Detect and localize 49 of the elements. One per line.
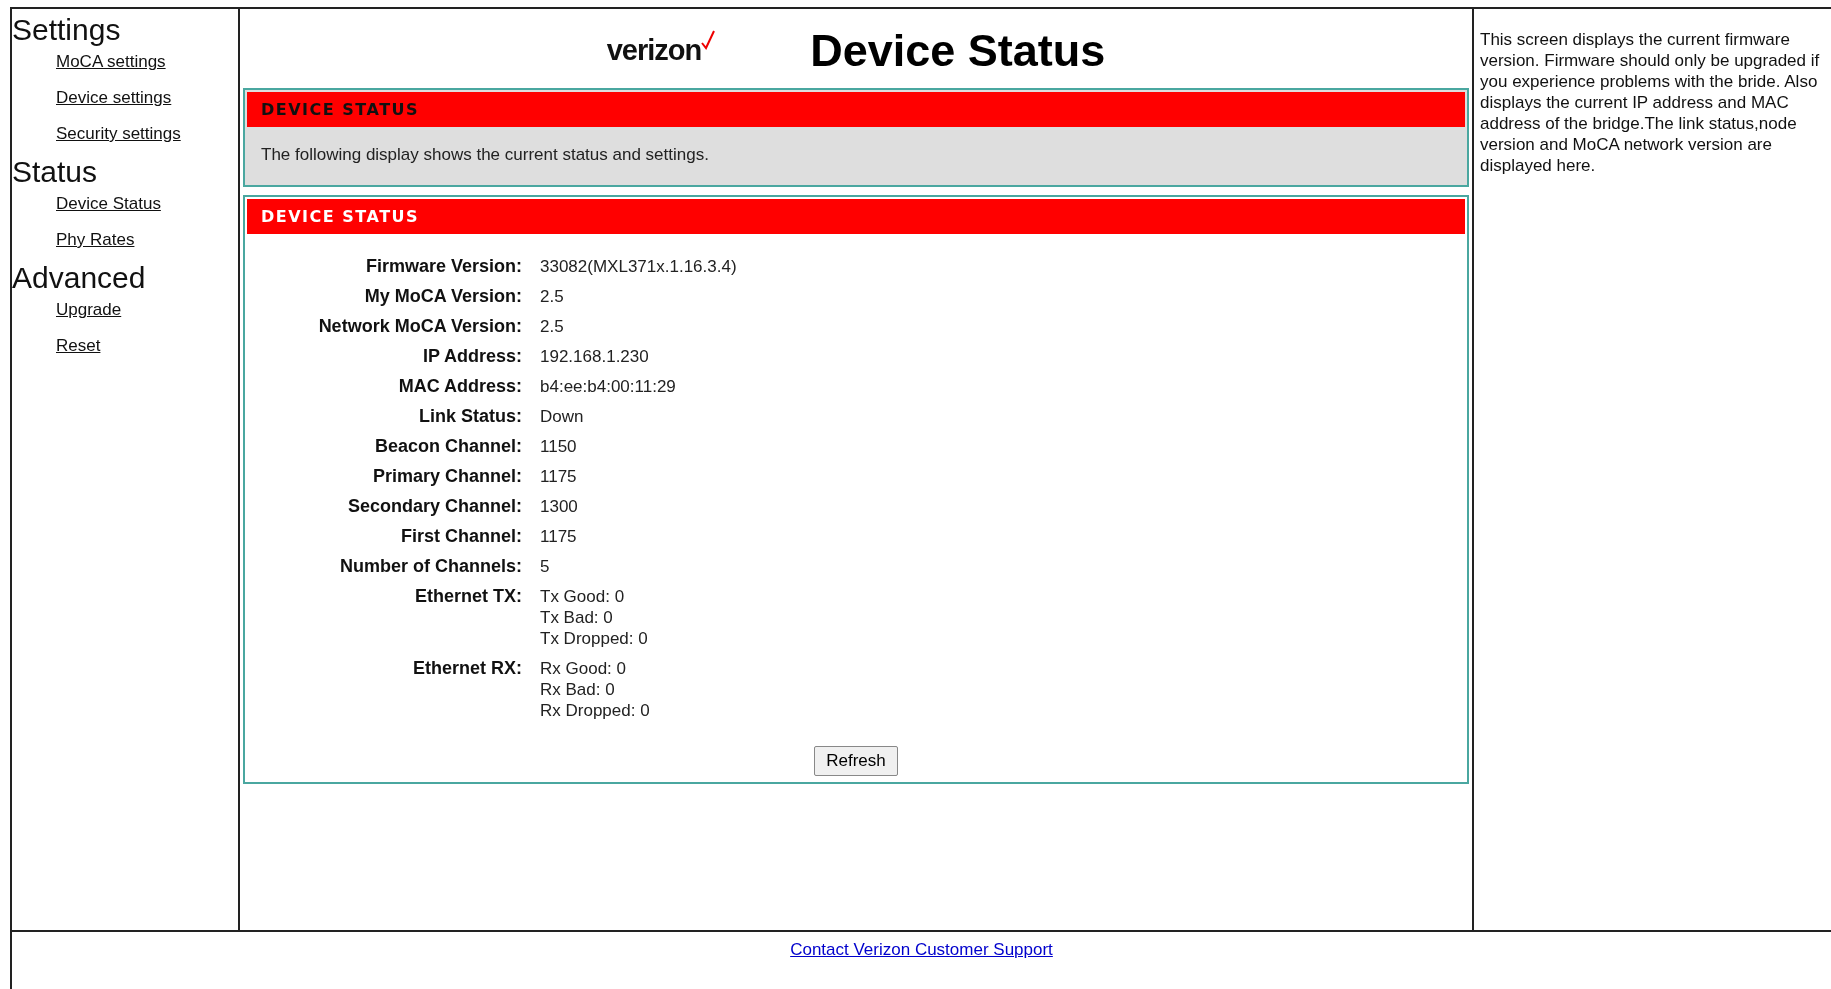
- sidebar-heading: Settings: [12, 13, 121, 47]
- field-label: Primary Channel:: [371, 466, 523, 487]
- sidebar-link[interactable]: Security settings: [56, 125, 181, 143]
- field-value: Rx Good: 0: [540, 658, 627, 679]
- field-value: 192.168.1.230: [540, 346, 649, 367]
- field-value: 1150: [540, 436, 577, 457]
- field-value: Tx Dropped: 0: [540, 628, 648, 649]
- field-value: Rx Dropped: 0: [540, 700, 650, 721]
- field-label: My MoCA Version:: [363, 286, 523, 307]
- field-value: 2.5: [540, 286, 564, 307]
- field-label: First Channel:: [400, 526, 523, 547]
- sidebar-link[interactable]: Device settings: [56, 89, 172, 107]
- field-value: 1300: [540, 496, 578, 517]
- field-value: Tx Bad: 0: [540, 607, 614, 628]
- support-link[interactable]: Contact Verizon Customer Support: [790, 940, 1053, 959]
- field-label: Link Status:: [418, 406, 523, 427]
- field-label: Ethernet RX:: [412, 658, 523, 680]
- field-value: b4:ee:b4:00:11:29: [540, 376, 676, 397]
- sidebar-link[interactable]: MoCA settings: [56, 53, 166, 71]
- sidebar-link[interactable]: Reset: [56, 337, 101, 355]
- panel-header: DEVICE STATUS: [247, 92, 1465, 127]
- panel-header: DEVICE STATUS: [247, 199, 1465, 234]
- field-label: Firmware Version:: [364, 256, 523, 277]
- field-value: 33082(MXL371x.1.16.3.4): [540, 256, 737, 277]
- intro-text: The following display shows the current status and settings.: [260, 144, 710, 166]
- field-label: Ethernet TX:: [414, 586, 523, 608]
- field-value: Down: [540, 406, 584, 427]
- page-title: Device Status: [810, 24, 1106, 77]
- refresh-button[interactable]: Refresh: [814, 746, 898, 776]
- help-text: This screen displays the current firmware version. Firmware should only be upgraded if you experience problems with the bride. Also displays the current IP address and MAC address of the bridge.The link status,node version and MoCA network version are displayed here.: [1480, 29, 1821, 176]
- sidebar-link[interactable]: Device Status: [56, 195, 161, 213]
- field-label: MAC Address:: [397, 376, 523, 397]
- sidebar-heading: Status: [12, 155, 98, 189]
- field-label: Network MoCA Version:: [317, 316, 523, 337]
- logo-text: verizon: [606, 34, 702, 67]
- checkmark-icon: [701, 30, 716, 50]
- field-value: 2.5: [540, 316, 564, 337]
- field-value: 1175: [540, 466, 577, 487]
- sidebar-link[interactable]: Phy Rates: [56, 231, 135, 249]
- sidebar-heading: Advanced: [12, 261, 146, 295]
- field-label: Number of Channels:: [339, 556, 523, 577]
- field-label: Secondary Channel:: [346, 496, 523, 517]
- field-value: Rx Bad: 0: [540, 679, 616, 700]
- field-value: 1175: [540, 526, 577, 547]
- field-value: Tx Good: 0: [540, 586, 626, 607]
- field-value: 5: [540, 556, 550, 577]
- field-label: IP Address:: [421, 346, 523, 367]
- field-label: Beacon Channel:: [373, 436, 523, 457]
- sidebar-link[interactable]: Upgrade: [56, 301, 122, 319]
